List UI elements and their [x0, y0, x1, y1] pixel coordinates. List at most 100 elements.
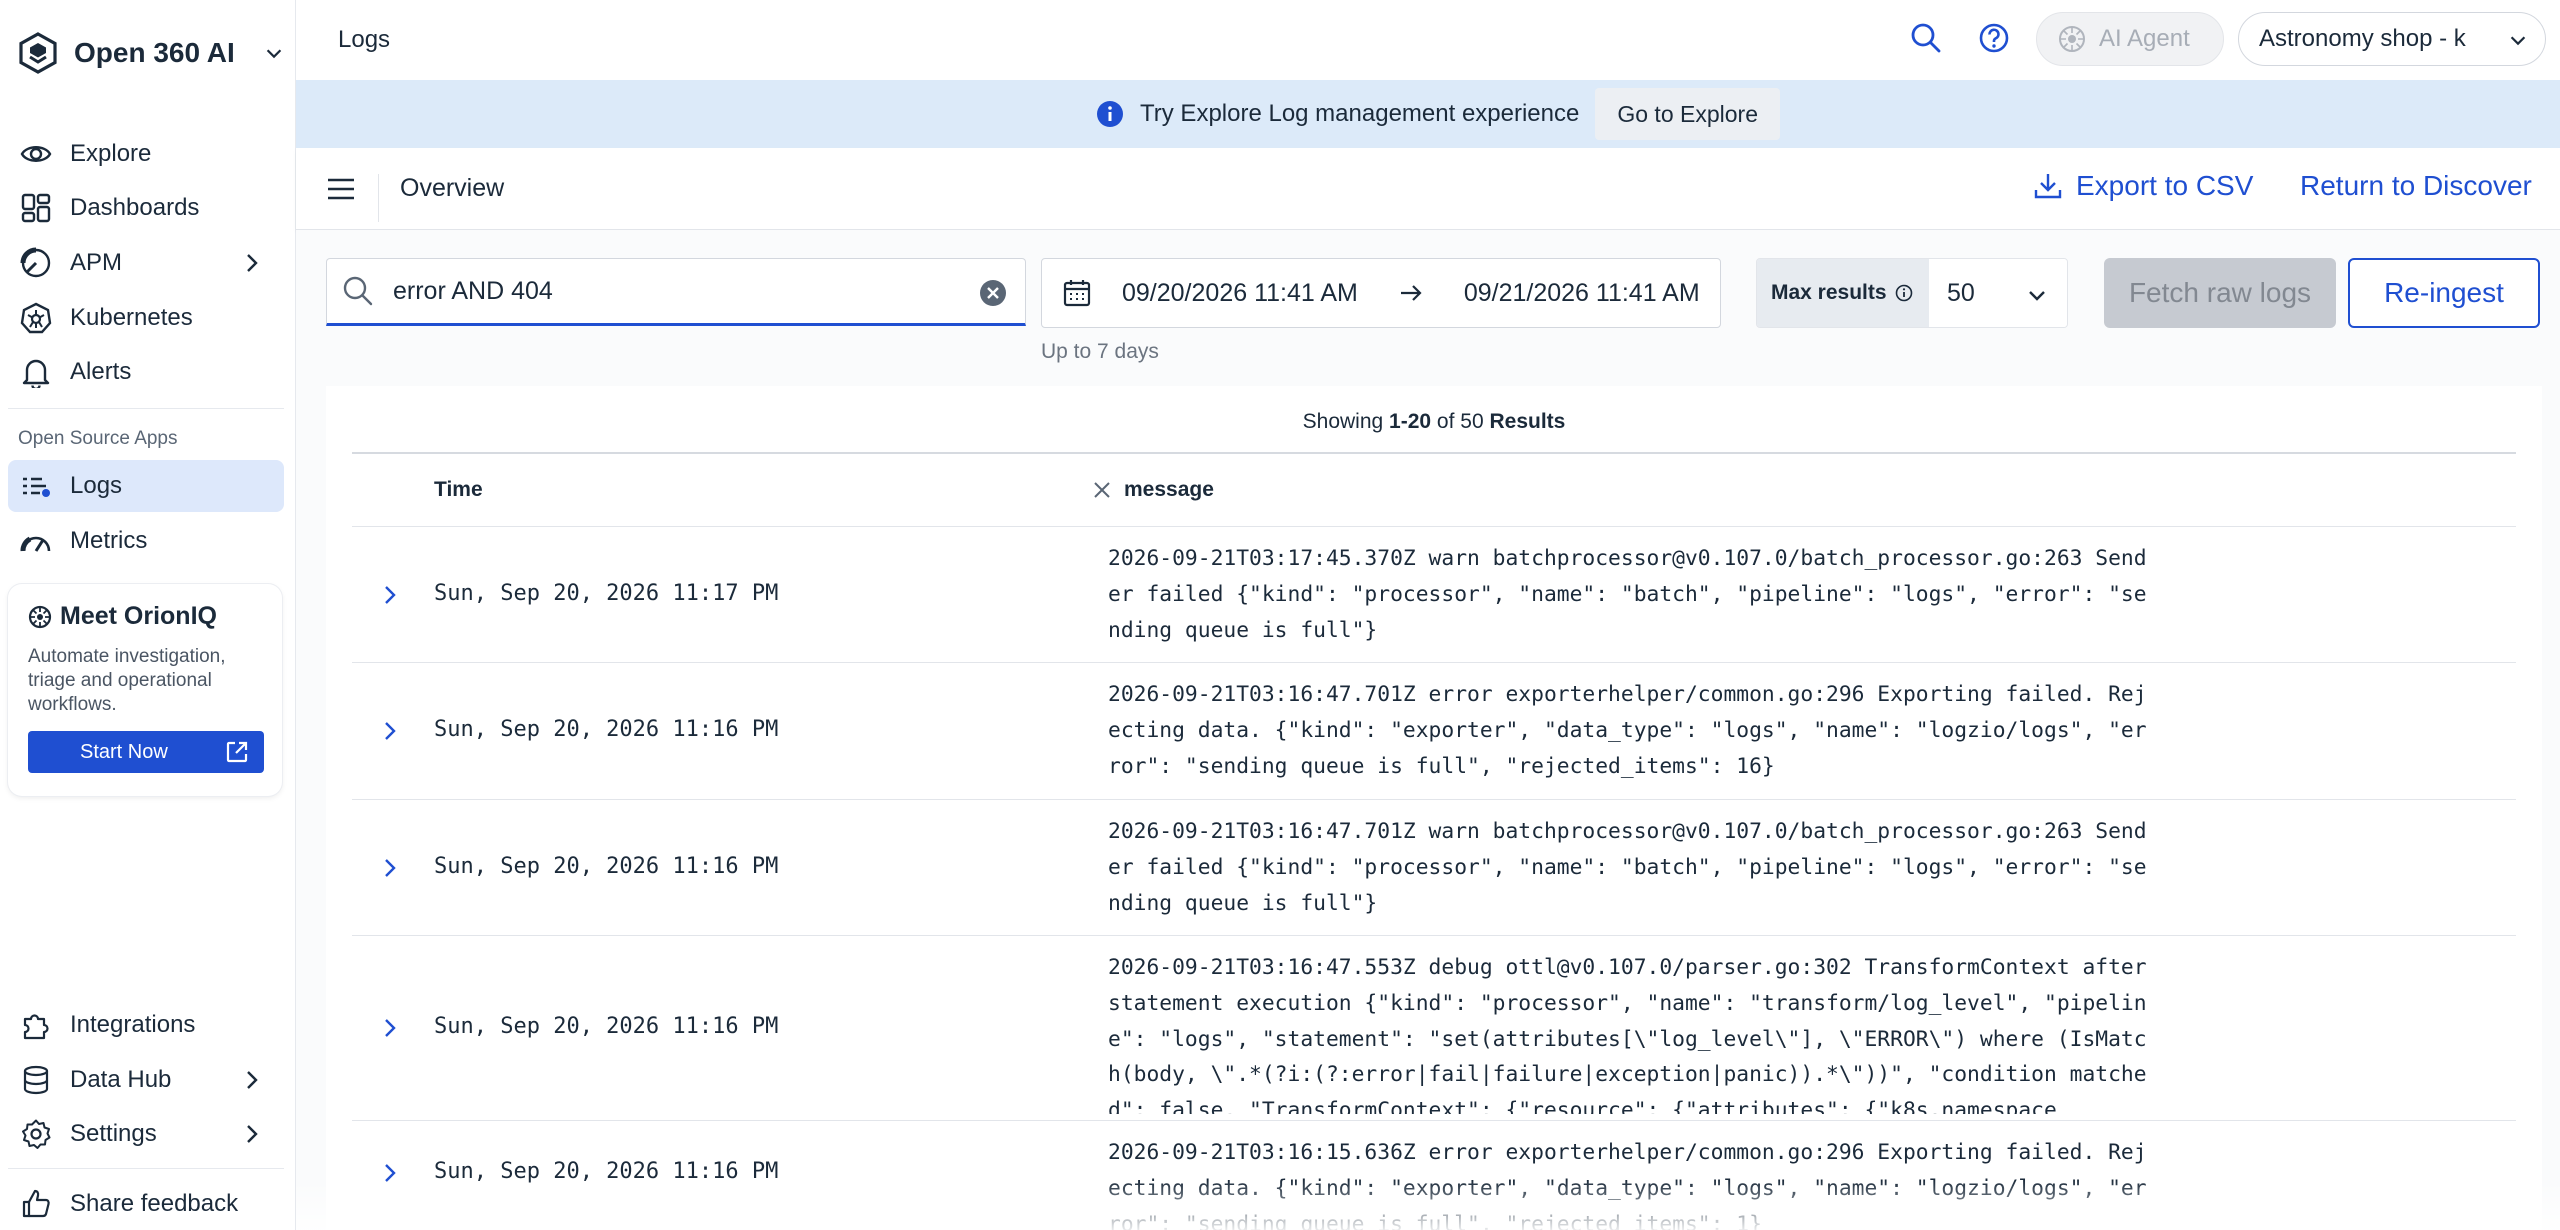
- chevron-right-icon: [247, 1071, 258, 1089]
- gear-icon: [20, 1118, 52, 1150]
- results-total: of 50: [1431, 410, 1490, 433]
- row-message: 2026-09-21T03:16:47.701Z warn batchproce…: [1108, 819, 2147, 916]
- sidebar-item-label: Share feedback: [70, 1190, 239, 1217]
- sidebar: Open 360 AI Explore Dashboards APM Kuber…: [0, 0, 296, 1230]
- clear-search-icon[interactable]: [979, 279, 1007, 307]
- row-time: Sun, Sep 20, 2026 11:16 PM: [434, 854, 779, 879]
- chevron-down-icon: [2029, 291, 2045, 301]
- page-title: Overview: [400, 174, 505, 202]
- results-summary: Showing 1-20 of 50 Results: [326, 410, 2542, 434]
- expand-row-icon[interactable]: [378, 719, 402, 743]
- account-selector[interactable]: Astronomy shop - k: [2238, 12, 2546, 66]
- promo-title: Meet OrionIQ: [60, 602, 217, 630]
- ai-agent-button[interactable]: AI Agent: [2036, 12, 2224, 66]
- re-ingest-button[interactable]: Re-ingest: [2348, 258, 2540, 328]
- app-root: Open 360 AI Explore Dashboards APM Kuber…: [0, 0, 2560, 1230]
- search-icon: [343, 276, 373, 306]
- arrow-right-icon: [1400, 285, 1422, 301]
- start-date[interactable]: 09/20/2026 11:41 AM: [1122, 279, 1358, 308]
- start-now-button[interactable]: Start Now: [28, 731, 264, 773]
- overview-divider: [378, 174, 379, 222]
- column-header-time[interactable]: Time: [434, 478, 483, 502]
- promo-description: Automate investigation, triage and opera…: [28, 646, 226, 715]
- sidebar-item-label: Alerts: [70, 358, 132, 385]
- search-icon[interactable]: [1908, 20, 1944, 56]
- sidebar-item-label: Data Hub: [70, 1066, 172, 1093]
- help-icon[interactable]: [1976, 20, 2012, 56]
- dashboards-icon: [20, 192, 52, 224]
- metrics-icon: [20, 525, 52, 557]
- expand-row-icon[interactable]: [378, 583, 402, 607]
- table-row[interactable]: Sun, Sep 20, 2026 11:16 PM 2026-09-21T03…: [352, 800, 2516, 936]
- sidebar-item-label: Explore: [70, 140, 152, 167]
- end-date[interactable]: 09/21/2026 11:41 AM: [1464, 279, 1700, 308]
- hamburger-menu-icon[interactable]: [326, 174, 356, 204]
- bell-icon: [20, 356, 52, 388]
- sidebar-divider: [8, 408, 284, 409]
- start-now-label: Start Now: [80, 740, 168, 763]
- search-input[interactable]: [393, 276, 953, 306]
- fetch-raw-logs-button[interactable]: Fetch raw logs: [2104, 258, 2336, 328]
- row-time: Sun, Sep 20, 2026 11:16 PM: [434, 717, 779, 742]
- results-summary-prefix: Showing: [1302, 410, 1390, 433]
- row-time: Sun, Sep 20, 2026 11:17 PM: [434, 581, 779, 606]
- row-message: 2026-09-21T03:17:45.370Z warn batchproce…: [1108, 546, 2147, 643]
- sidebar-item-label: Dashboards: [70, 194, 200, 221]
- sidebar-item-kubernetes[interactable]: Kubernetes: [8, 292, 284, 344]
- max-results-value: 50: [1947, 278, 1975, 307]
- chevron-down-icon: [2510, 36, 2526, 46]
- row-message: 2026-09-21T03:16:47.553Z debug ottl@v0.1…: [1108, 955, 2147, 1114]
- row-message: 2026-09-21T03:16:15.636Z error exporterh…: [1108, 1140, 2147, 1230]
- share-feedback-button[interactable]: Share feedback: [8, 1178, 284, 1230]
- ai-agent-icon: [2059, 26, 2085, 52]
- sidebar-item-integrations[interactable]: Integrations: [8, 999, 284, 1051]
- sidebar-item-label: Settings: [70, 1120, 157, 1147]
- table-row[interactable]: Sun, Sep 20, 2026 11:17 PM 2026-09-21T03…: [352, 527, 2516, 663]
- kubernetes-icon: [20, 302, 52, 334]
- table-row[interactable]: Sun, Sep 20, 2026 11:16 PM 2026-09-21T03…: [352, 663, 2516, 800]
- row-message: 2026-09-21T03:16:47.701Z error exporterh…: [1108, 682, 2147, 779]
- table-row[interactable]: Sun, Sep 20, 2026 11:16 PM 2026-09-21T03…: [352, 936, 2516, 1121]
- app-switcher[interactable]: Open 360 AI: [16, 28, 285, 78]
- expand-row-icon[interactable]: [378, 1161, 402, 1185]
- sidebar-item-label: Kubernetes: [70, 304, 193, 331]
- go-to-explore-button[interactable]: Go to Explore: [1595, 88, 1780, 140]
- sidebar-item-label: Logs: [70, 472, 123, 499]
- banner-text: Try Explore Log management experience: [1140, 100, 1580, 127]
- overview-bar: Overview Export to CSV Return to Discove…: [296, 148, 2560, 230]
- column-header-time-label: Time: [434, 478, 483, 501]
- sidebar-item-explore[interactable]: Explore: [8, 128, 284, 180]
- explore-banner: Try Explore Log management experience Go…: [296, 80, 2560, 148]
- orioniq-icon: [28, 605, 52, 628]
- max-results-select: Max results 50: [1756, 258, 2068, 328]
- ai-agent-label: AI Agent: [2099, 25, 2190, 52]
- row-time: Sun, Sep 20, 2026 11:16 PM: [434, 1014, 779, 1039]
- apm-icon: [20, 247, 52, 279]
- row-time: Sun, Sep 20, 2026 11:16 PM: [434, 1159, 779, 1184]
- sidebar-item-data-hub[interactable]: Data Hub: [8, 1054, 284, 1106]
- info-icon: [1097, 101, 1123, 127]
- return-to-discover-link[interactable]: Return to Discover: [2300, 170, 2532, 202]
- max-results-dropdown[interactable]: 50: [1929, 259, 2067, 327]
- sidebar-item-dashboards[interactable]: Dashboards: [8, 182, 284, 234]
- remove-column-icon[interactable]: [1092, 480, 1112, 500]
- table-top-border: [352, 452, 2516, 454]
- table-row[interactable]: Sun, Sep 20, 2026 11:16 PM 2026-09-21T03…: [352, 1121, 2516, 1230]
- sidebar-item-apm[interactable]: APM: [8, 237, 284, 289]
- download-icon: [2034, 174, 2062, 199]
- column-header-message: message: [1092, 478, 1214, 502]
- calendar-icon: [1063, 280, 1091, 307]
- export-to-csv-button[interactable]: Export to CSV: [2032, 170, 2253, 202]
- sidebar-item-logs[interactable]: Logs: [8, 460, 284, 512]
- expand-row-icon[interactable]: [378, 1016, 402, 1040]
- puzzle-icon: [20, 1009, 52, 1041]
- app-name: Open 360 AI: [74, 37, 235, 68]
- sidebar-item-alerts[interactable]: Alerts: [8, 346, 284, 398]
- expand-row-icon[interactable]: [378, 856, 402, 880]
- sidebar-item-settings[interactable]: Settings: [8, 1108, 284, 1160]
- database-icon: [20, 1064, 52, 1096]
- max-results-label-box: Max results: [1757, 259, 1929, 327]
- app-logo-icon: [19, 32, 57, 74]
- thumbs-up-icon: [20, 1188, 52, 1220]
- sidebar-item-metrics[interactable]: Metrics: [8, 515, 284, 567]
